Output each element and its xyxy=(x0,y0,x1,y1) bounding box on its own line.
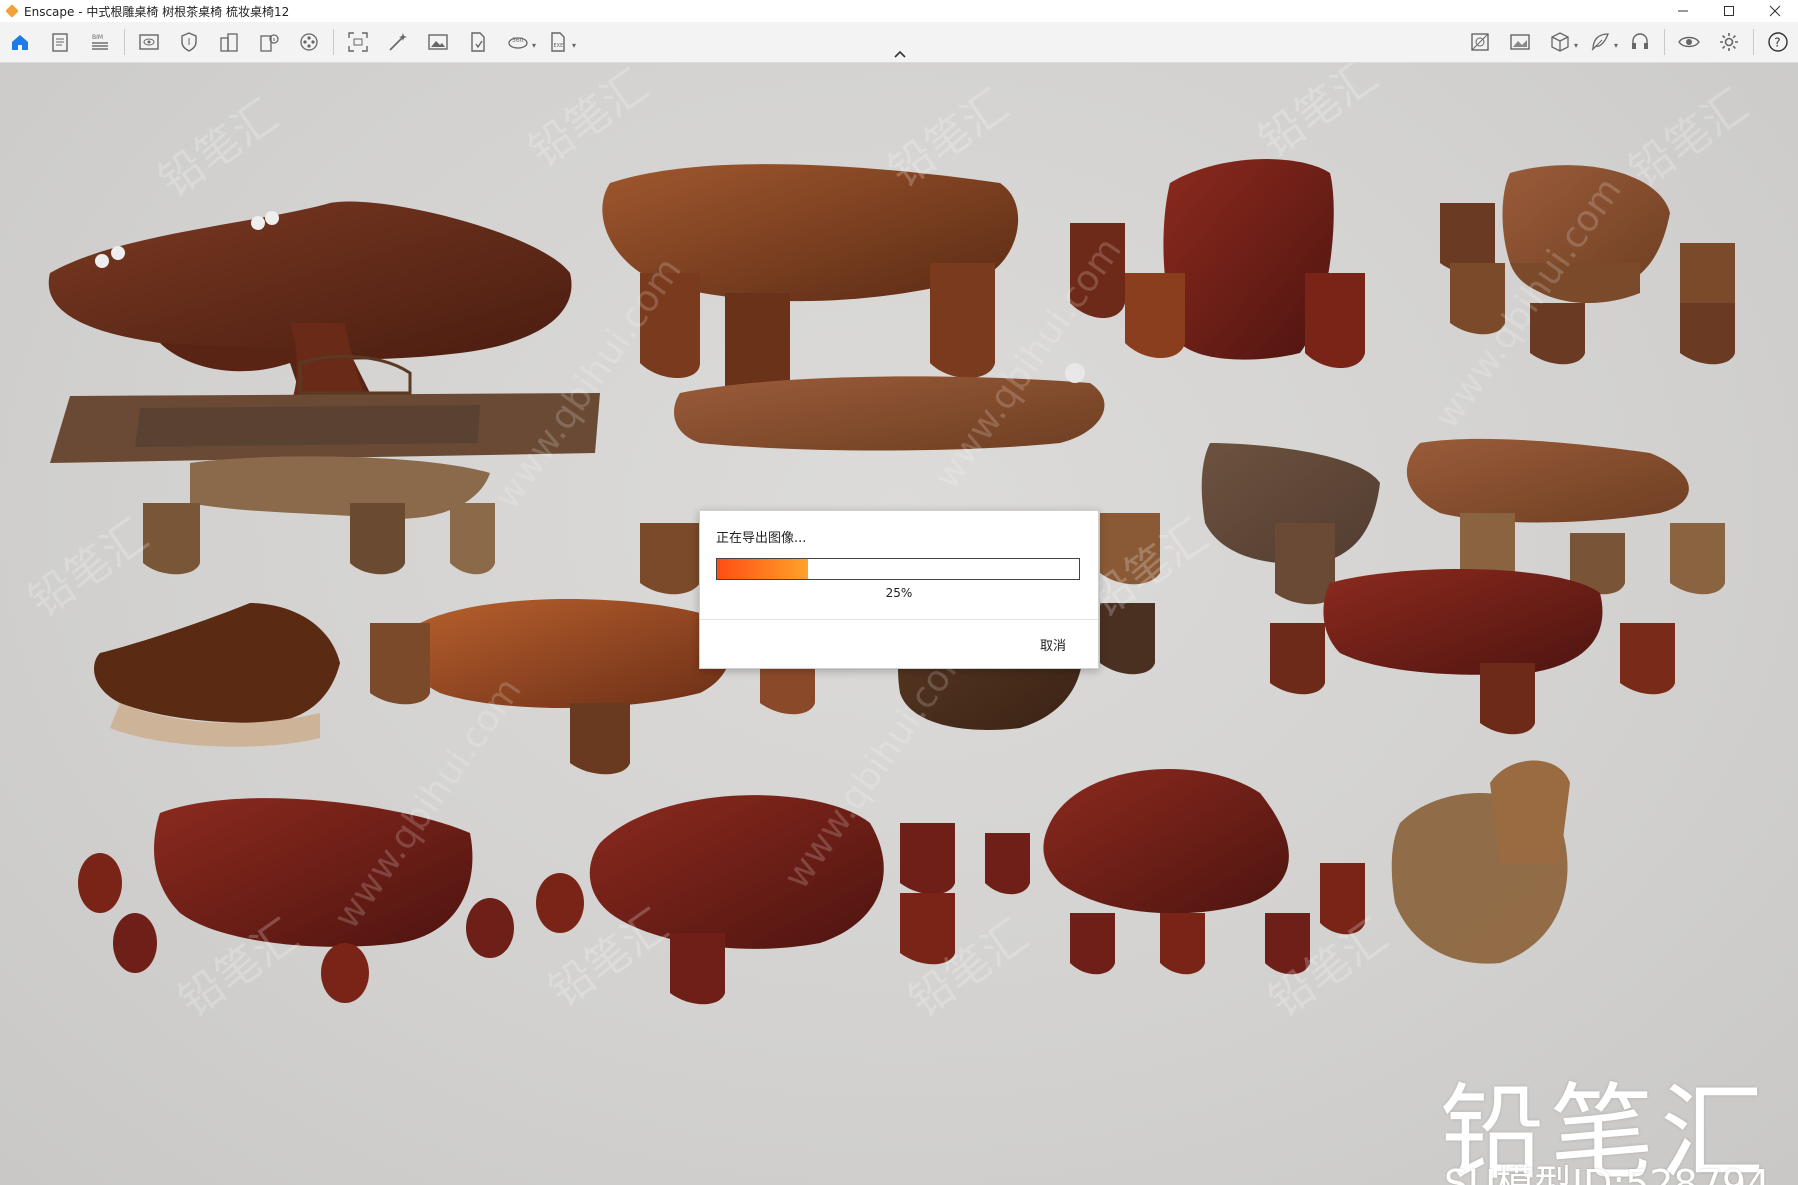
progress-percent-label: 25% xyxy=(885,586,913,600)
home-icon xyxy=(12,35,28,50)
tea-table-13 xyxy=(78,798,584,1003)
tea-table-16 xyxy=(1391,760,1570,964)
file-export-button[interactable] xyxy=(458,24,498,60)
building-button[interactable] xyxy=(209,24,249,60)
bim-label: BIM xyxy=(92,34,103,41)
main-toolbar: BIM 360 ▾ EXE ▾ ▾ ▾ ? xyxy=(0,22,1798,63)
film-reel-icon xyxy=(300,33,318,51)
map-shaped-table xyxy=(94,603,340,747)
tea-table-12 xyxy=(1270,569,1675,735)
toolbar-right-group: ▾ ▾ ? xyxy=(1460,22,1798,62)
view-button[interactable] xyxy=(129,24,169,60)
window-title: Enscape - 中式根雕桌椅 树根茶桌椅 梳妆桌椅12 xyxy=(24,4,290,19)
exe-label: EXE xyxy=(554,43,564,49)
collapse-toolbar-icon[interactable] xyxy=(892,48,908,60)
magic-wand-icon xyxy=(389,33,407,51)
minimize-button[interactable] xyxy=(1660,0,1706,22)
chevron-down-icon: ▾ xyxy=(1573,41,1578,50)
minimize-icon xyxy=(1678,10,1688,12)
chevron-down-icon: ▾ xyxy=(1613,41,1618,50)
magic-wand-button[interactable] xyxy=(378,24,418,60)
panorama-button[interactable]: 360 ▾ xyxy=(498,24,538,60)
progress-bar-fill xyxy=(717,559,808,579)
settings-button[interactable] xyxy=(1709,24,1749,60)
close-icon xyxy=(1769,5,1781,17)
eye-button[interactable] xyxy=(1669,24,1709,60)
export-progress-bar xyxy=(716,558,1080,580)
exe-export-icon: EXE xyxy=(551,32,565,52)
bim-icon: BIM xyxy=(92,34,108,50)
view-icon xyxy=(139,34,159,50)
title-bar: Enscape - 中式根雕桌椅 树根茶桌椅 梳妆桌椅12 xyxy=(0,0,1798,22)
model-id-watermark: SU模型ID:528794 xyxy=(1444,1162,1771,1185)
document-icon xyxy=(52,33,68,52)
material-button[interactable] xyxy=(1460,24,1500,60)
feather-button[interactable]: ▾ xyxy=(1580,24,1620,60)
cancel-button[interactable]: 取消 xyxy=(1040,635,1066,654)
bim-button[interactable]: BIM xyxy=(80,24,120,60)
toolbar-separator xyxy=(1664,29,1665,55)
shield-button[interactable] xyxy=(169,24,209,60)
gallery-icon xyxy=(1510,34,1530,50)
panorama-icon: 360 xyxy=(508,37,528,49)
tea-table-1 xyxy=(48,201,572,413)
screenshot-button[interactable] xyxy=(338,24,378,60)
headset-button[interactable] xyxy=(1620,24,1660,60)
close-button[interactable] xyxy=(1752,0,1798,22)
material-icon xyxy=(1471,33,1489,51)
maximize-button[interactable] xyxy=(1706,0,1752,22)
help-label: ? xyxy=(1774,36,1780,50)
image-icon xyxy=(428,34,448,50)
chevron-down-icon: ▾ xyxy=(531,41,536,50)
settings-icon xyxy=(1720,33,1738,51)
window-controls xyxy=(1660,0,1798,22)
document-button[interactable] xyxy=(40,24,80,60)
toolbar-separator xyxy=(1753,29,1754,55)
panorama-label: 360 xyxy=(512,37,524,44)
toolbar-left-group: BIM 360 ▾ EXE ▾ xyxy=(0,22,578,62)
film-reel-button[interactable] xyxy=(289,24,329,60)
cube-icon xyxy=(1551,32,1569,52)
maximize-icon xyxy=(1724,6,1734,16)
dialog-title: 正在导出图像... xyxy=(716,531,807,546)
screenshot-icon xyxy=(348,32,368,52)
chevron-down-icon: ▾ xyxy=(571,41,576,50)
export-progress-dialog: 正在导出图像... 25% 取消 xyxy=(699,510,1099,669)
gallery-button[interactable] xyxy=(1500,24,1540,60)
exe-export-button[interactable]: EXE ▾ xyxy=(538,24,578,60)
feather-icon xyxy=(1591,33,1609,51)
shield-icon xyxy=(181,32,197,52)
toolbar-separator xyxy=(333,29,334,55)
dialog-divider xyxy=(700,619,1098,620)
cube-button[interactable]: ▾ xyxy=(1540,24,1580,60)
help-button[interactable]: ? xyxy=(1758,24,1798,60)
toolbar-separator xyxy=(124,29,125,55)
building-icon xyxy=(220,33,238,52)
help-icon: ? xyxy=(1768,32,1788,52)
file-export-icon xyxy=(471,32,485,52)
enscape-logo-icon xyxy=(5,4,19,18)
info-building-button[interactable] xyxy=(249,24,289,60)
eye-icon xyxy=(1678,36,1700,48)
image-button[interactable] xyxy=(418,24,458,60)
headset-icon xyxy=(1632,33,1648,49)
home-button[interactable] xyxy=(0,24,40,60)
info-building-icon xyxy=(260,34,279,52)
